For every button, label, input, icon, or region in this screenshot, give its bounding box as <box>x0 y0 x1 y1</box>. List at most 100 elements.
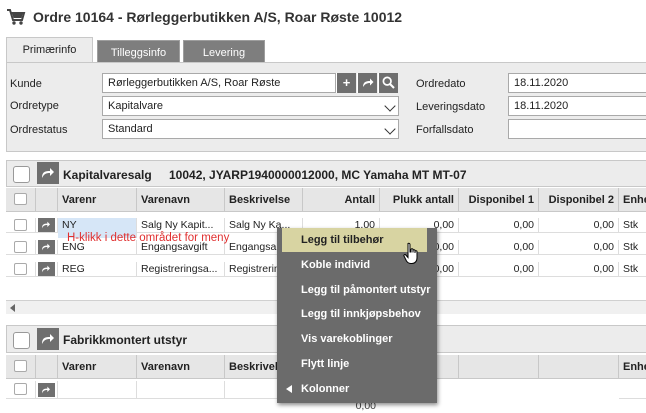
row-action-button[interactable] <box>38 262 55 276</box>
ordredato-label: Ordredato <box>416 78 466 90</box>
leveringsdato-field[interactable]: 18.11.2020 <box>508 96 646 116</box>
menu-item-kolonner[interactable]: Kolonner <box>277 377 437 401</box>
action-column-header <box>36 355 58 379</box>
menu-item-vis-varekoblinger[interactable]: Vis varekoblinger <box>277 327 437 351</box>
shopping-cart-icon <box>7 9 26 25</box>
column-header[interactable]: Plukk antall <box>380 188 459 212</box>
ordretype-label: Ordretype <box>10 100 59 112</box>
column-header[interactable]: Varenavn <box>137 355 225 379</box>
menu-item-flytt-linje[interactable]: Flytt linje <box>277 352 437 376</box>
section-action-button[interactable] <box>37 162 59 184</box>
varenr-cell[interactable]: REG <box>58 262 137 277</box>
column-header[interactable]: Varenr <box>58 188 137 212</box>
select-all-checkbox[interactable] <box>14 360 27 372</box>
chevron-down-icon <box>384 123 396 135</box>
disponibel1-cell[interactable]: 0,00 <box>459 240 539 255</box>
column-header[interactable]: Varenavn <box>137 188 225 212</box>
enhet-cell[interactable] <box>619 381 646 399</box>
section-select-checkbox[interactable] <box>13 166 30 183</box>
tab-primaerinfo[interactable]: Primærinfo <box>6 37 93 63</box>
menu-item-legg-til-pamontert-utstyr[interactable]: Legg til påmontert utstyr <box>277 278 437 302</box>
column-header[interactable]: Beskrivelse <box>225 188 303 212</box>
row-action-button[interactable] <box>38 240 55 254</box>
table-row[interactable] <box>6 240 36 255</box>
column-header[interactable]: Disponibel 1 <box>459 188 539 212</box>
column-header[interactable]: Disponibel 2 <box>539 188 619 212</box>
section-action-button[interactable] <box>37 328 59 350</box>
ordredato-field[interactable]: 18.11.2020 <box>508 73 646 93</box>
forward-arrow-icon <box>42 221 50 229</box>
scroll-left-arrow-icon[interactable] <box>10 304 15 312</box>
section-title: Kapitalvaresalg <box>63 168 152 182</box>
tab-levering[interactable]: Levering <box>183 40 265 64</box>
row-action-cell <box>36 381 58 399</box>
forfallsdato-field[interactable] <box>508 119 646 139</box>
forward-arrow-icon <box>42 334 54 344</box>
ordrestatus-value: Standard <box>108 123 153 135</box>
tab-levering-label: Levering <box>202 47 246 59</box>
column-header[interactable]: Antall <box>303 188 380 212</box>
varenr-cell[interactable] <box>58 381 137 399</box>
disponibel1-cell[interactable]: 0,00 <box>459 218 539 233</box>
column-header[interactable] <box>459 355 539 379</box>
add-customer-button[interactable]: + <box>336 73 356 93</box>
ordrestatus-label: Ordrestatus <box>10 124 68 136</box>
table-row[interactable] <box>6 218 36 233</box>
forward-arrow-icon <box>42 243 50 251</box>
column-header[interactable]: Enhet <box>619 355 646 379</box>
forward-arrow-icon <box>42 265 50 273</box>
title-bar: Ordre 10164 - Rørleggerbutikken A/S, Roa… <box>0 0 646 34</box>
row-action-cell <box>36 218 58 233</box>
disponibel2-cell[interactable]: 0,00 <box>539 240 619 255</box>
section-subtitle: 10042, JYARP1940000012000, MC Yamaha MT … <box>169 168 467 182</box>
ordretype-value: Kapitalvare <box>108 100 164 112</box>
forward-arrow-icon <box>42 168 54 178</box>
goto-arrow-icon <box>362 78 373 87</box>
ordrestatus-select[interactable]: Standard <box>102 119 399 139</box>
select-all-header <box>6 355 36 379</box>
tab-tilleggsinfo-label: Tilleggsinfo <box>110 47 167 59</box>
tab-primaerinfo-label: Primærinfo <box>22 44 77 56</box>
ordredato-value: 18.11.2020 <box>514 77 569 89</box>
disponibel2-cell[interactable]: 0,00 <box>539 218 619 233</box>
table-row[interactable] <box>6 262 36 277</box>
kunde-label: Kunde <box>10 78 42 90</box>
tab-tilleggsinfo[interactable]: Tilleggsinfo <box>97 40 180 64</box>
row-checkbox[interactable] <box>14 383 27 395</box>
disponibel2-cell[interactable]: 0,00 <box>539 262 619 277</box>
enhet-cell[interactable]: Stk <box>619 240 646 255</box>
row-action-cell <box>36 240 58 255</box>
row-action-cell <box>36 262 58 277</box>
section-select-checkbox[interactable] <box>13 332 30 349</box>
varenavn-cell[interactable]: Registreringsa... <box>137 262 225 277</box>
ordretype-select[interactable]: Kapitalvare <box>102 96 399 116</box>
row-checkbox[interactable] <box>14 241 27 253</box>
disponibel1-cell[interactable]: 0,00 <box>459 262 539 277</box>
row-action-button[interactable] <box>38 383 55 397</box>
column-header[interactable]: Enhet <box>619 188 646 212</box>
row-checkbox[interactable] <box>14 263 27 275</box>
varenavn-cell[interactable]: Salg Ny Kapit... <box>137 218 225 233</box>
row-action-button[interactable] <box>38 218 55 232</box>
leveringsdato-value: 18.11.2020 <box>514 100 569 112</box>
page-title: Ordre 10164 - Rørleggerbutikken A/S, Roa… <box>33 9 403 25</box>
column-header[interactable]: Varenr <box>58 355 137 379</box>
forward-arrow-icon <box>42 386 50 394</box>
annotation-text: H-klikk i dette området for meny <box>67 232 230 244</box>
submenu-arrow-icon <box>286 385 292 393</box>
goto-customer-button[interactable] <box>357 73 377 93</box>
select-all-header <box>6 188 36 212</box>
hand-cursor-icon <box>403 242 418 264</box>
row-checkbox[interactable] <box>14 219 27 231</box>
kunde-field[interactable]: Rørleggerbutikken A/S, Roar Røste <box>102 73 336 93</box>
table-row[interactable] <box>6 381 36 399</box>
enhet-cell[interactable]: Stk <box>619 218 646 233</box>
select-all-checkbox[interactable] <box>14 193 27 205</box>
enhet-cell[interactable]: Stk <box>619 262 646 277</box>
varenavn-cell[interactable] <box>137 381 225 399</box>
column-header[interactable] <box>539 355 619 379</box>
search-customer-button[interactable] <box>378 73 398 93</box>
menu-item-kolonner-label: Kolonner <box>301 383 350 395</box>
chevron-down-icon <box>384 100 396 112</box>
menu-item-legg-til-innkjopsbehov[interactable]: Legg til innkjøpsbehov <box>277 302 437 326</box>
